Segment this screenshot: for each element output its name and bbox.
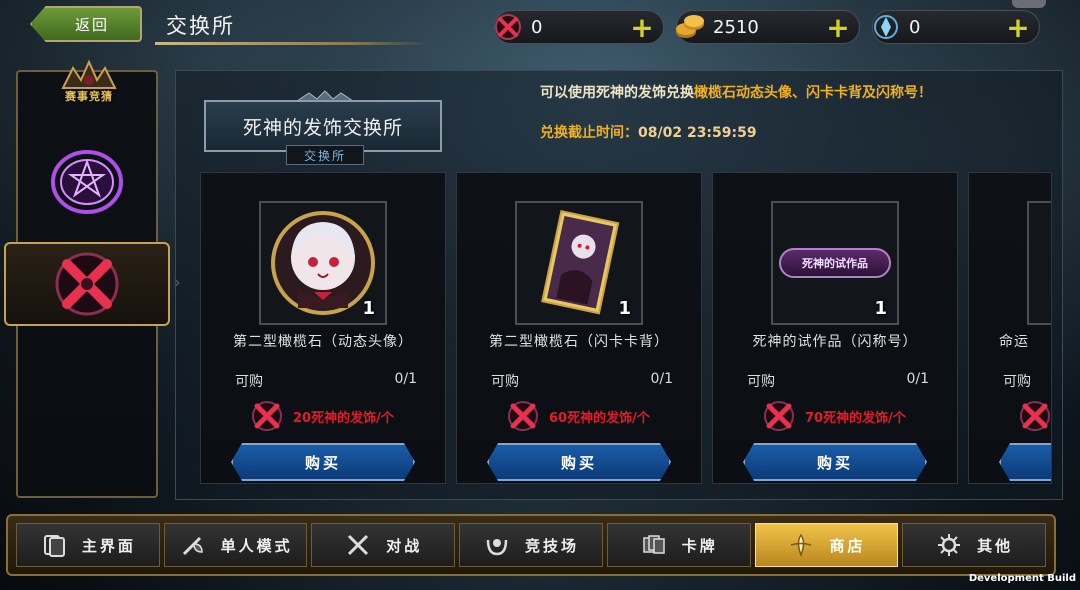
gold-coin-icon (673, 10, 707, 44)
crossed-swords-icon (344, 531, 372, 559)
tab-label: 商店 (829, 536, 866, 555)
title-divider (155, 42, 430, 45)
item-thumbnail[interactable]: 1 (259, 201, 387, 325)
currency-value: 0 (531, 16, 543, 38)
purple-magic-circle-icon (51, 150, 123, 214)
desc-prefix: 可以使用死神的发饰兑换 (540, 85, 694, 101)
cost-label: 70死神的发饰/个 (805, 410, 906, 426)
tab-label: 竞技场 (525, 536, 580, 555)
tab-shop[interactable]: 商店 (754, 523, 899, 567)
item-thumbnail[interactable]: 死神的试作品 1 (771, 201, 899, 325)
buy-button[interactable] (999, 443, 1051, 481)
development-build-label: Development Build (968, 573, 1076, 584)
death-ornament-icon (252, 401, 282, 431)
availability-label: 可购 (235, 374, 263, 390)
item-thumbnail[interactable]: 1 (515, 201, 643, 325)
availability-label: 可购 (1003, 374, 1031, 390)
item-quantity: 1 (362, 298, 375, 319)
tab-arena[interactable]: 竞技场 (459, 523, 603, 567)
currency-death-ornament: 0 + (494, 10, 664, 44)
page-title: 交换所 (166, 14, 235, 38)
death-ornament-icon (55, 252, 119, 316)
exchange-description: 可以使用死神的发饰兑换橄榄石动态头像、闪卡卡背及闪称号！ (540, 84, 1050, 103)
title-badge-icon: 死神的试作品 (779, 248, 891, 278)
currency-value: 2510 (713, 16, 759, 38)
add-currency-button[interactable]: + (823, 11, 853, 44)
shop-item-card: 1 第二型橄榄石（闪卡卡背） 可购 0/1 60死神的发饰/个 购买 (456, 172, 702, 484)
item-cost: 20死神的发饰/个 (247, 399, 394, 433)
shop-item-card: 死神的试作品 1 死神的试作品（闪称号） 可购 0/1 70死神的发饰/个 购买 (712, 172, 958, 484)
availability-label: 可购 (747, 374, 775, 390)
item-name: 命运 (999, 334, 1029, 350)
tab-single-player[interactable]: 单人模式 (163, 523, 308, 567)
availability-value: 0/1 (906, 371, 929, 387)
item-quantity: 1 (618, 298, 631, 319)
exchange-subtitle: 交换所 (286, 145, 364, 165)
event-crest[interactable]: 赛事竞猜 (46, 58, 132, 114)
tab-battle[interactable]: 对战 (311, 523, 456, 567)
currency-crystal: 0 + (872, 10, 1040, 44)
tab-label: 对战 (386, 536, 423, 555)
item-cost: 60死神的发饰/个 (503, 399, 650, 433)
death-ornament-icon (508, 401, 538, 431)
sidebar-item-death-ornament[interactable] (4, 242, 170, 326)
deadline-value: 08/02 23:59:59 (638, 125, 757, 141)
shop-emblem-icon (787, 531, 815, 559)
tab-label: 卡牌 (681, 536, 718, 555)
buy-button[interactable]: 购买 (231, 443, 415, 481)
bottom-navigation: 主界面 单人模式 对战 竞技场 卡牌 商店 其他 (6, 514, 1056, 576)
tab-cards[interactable]: 卡牌 (606, 523, 751, 567)
exchange-title-label: 死神的发饰交换所 (242, 116, 403, 139)
availability-value: 0/1 (394, 371, 417, 387)
title-badge-text: 死神的试作品 (802, 257, 868, 270)
crystal-orb-icon (869, 10, 903, 44)
item-cost (1015, 399, 1051, 433)
desc-highlight: 橄榄石动态头像、闪卡卡背及闪称号！ (694, 85, 932, 101)
cost-label: 20死神的发饰/个 (293, 410, 394, 426)
sword-shield-icon (179, 531, 207, 559)
item-name: 第二型橄榄石（闪卡卡背） (489, 334, 669, 350)
currency-value: 0 (909, 16, 921, 38)
death-ornament-icon (764, 401, 794, 431)
add-currency-button[interactable]: + (1003, 11, 1033, 44)
arena-wreath-icon (483, 531, 511, 559)
scythe-emblem-icon (491, 10, 525, 44)
item-name: 第二型橄榄石（动态头像） (233, 334, 413, 350)
item-quantity: 1 (874, 298, 887, 319)
buy-button-label: 购买 (816, 453, 853, 472)
card-back-icon (541, 210, 620, 315)
tab-label: 单人模式 (220, 536, 293, 555)
cards-home-icon (40, 531, 68, 559)
card-deck-icon (640, 531, 668, 559)
settings-tab[interactable] (1012, 0, 1046, 8)
item-name: 死神的试作品（闪称号） (752, 334, 918, 350)
exchange-deadline: 兑换截止时间：08/02 23:59:59 (540, 122, 757, 142)
add-currency-button[interactable]: + (627, 11, 657, 44)
cost-label: 60死神的发饰/个 (549, 410, 650, 426)
back-button[interactable]: 返回 (30, 6, 142, 42)
tab-label: 其他 (977, 536, 1014, 555)
availability-label: 可购 (491, 374, 519, 390)
buy-button-label: 购买 (304, 453, 341, 472)
gear-cluster-icon (935, 531, 963, 559)
buy-button[interactable]: 购买 (487, 443, 671, 481)
deadline-label: 兑换截止时间： (540, 125, 638, 141)
item-cost: 70死神的发饰/个 (759, 399, 906, 433)
sidebar-item-magic-circle[interactable] (22, 140, 152, 224)
death-ornament-icon (1020, 401, 1050, 431)
buy-button-label: 购买 (560, 453, 597, 472)
availability-value: 0/1 (650, 371, 673, 387)
back-button-label: 返回 (74, 15, 109, 34)
item-thumbnail[interactable] (1027, 201, 1051, 325)
currency-gold: 2510 + (676, 10, 860, 44)
shop-item-card: 1 第二型橄榄石（动态头像） 可购 0/1 20死神的发饰/个 购买 (200, 172, 446, 484)
buy-button[interactable]: 购买 (743, 443, 927, 481)
tab-other[interactable]: 其他 (902, 523, 1047, 567)
shop-item-card: 命运 可购 (968, 172, 1052, 484)
crest-label: 赛事竞猜 (65, 90, 113, 103)
tab-label: 主界面 (81, 536, 136, 555)
tab-home[interactable]: 主界面 (16, 523, 160, 567)
